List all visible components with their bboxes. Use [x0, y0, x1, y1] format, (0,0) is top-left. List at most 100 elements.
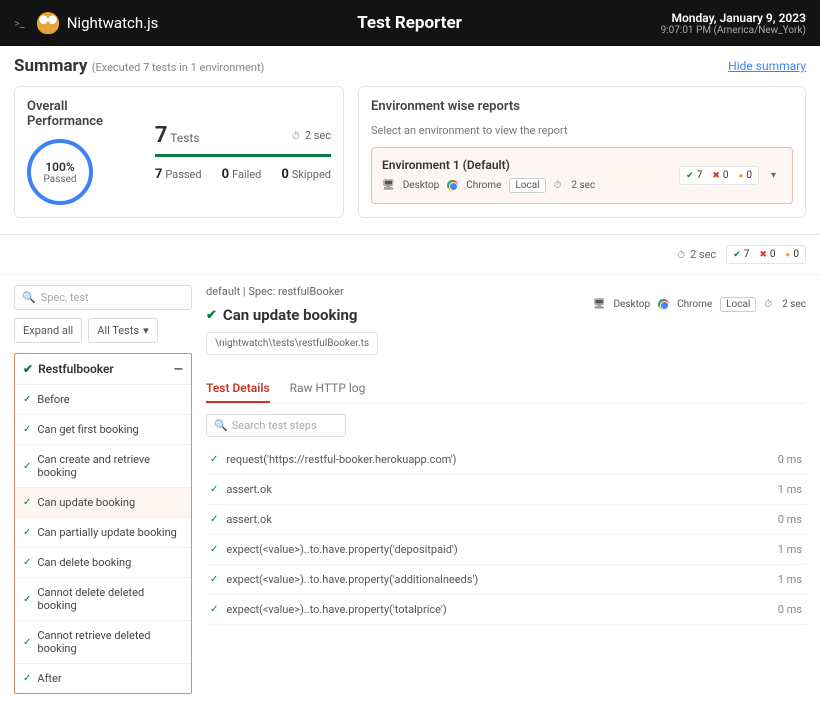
- step-text: expect(<value>)..to.have.property('depos…: [226, 543, 457, 556]
- check-icon: ✓: [23, 497, 31, 508]
- meta-failed: 0: [759, 249, 775, 260]
- brand-text: Nightwatch.js: [67, 14, 159, 32]
- step-duration: 0 ms: [778, 513, 802, 526]
- test-list-item[interactable]: ✓ Cannot retrieve deleted booking: [15, 621, 191, 664]
- owl-icon: [37, 12, 59, 34]
- meta-skipped: 0: [786, 249, 799, 260]
- env-browser: Chrome: [466, 180, 501, 191]
- test-step[interactable]: ✓expect(<value>)..to.have.property('tota…: [206, 595, 806, 625]
- perf-duration: 2 sec: [292, 129, 331, 142]
- test-step[interactable]: ✓expect(<value>)..to.have.property('depo…: [206, 535, 806, 565]
- test-item-label: Can create and retrieve booking: [37, 453, 183, 479]
- check-icon: ✓: [23, 557, 31, 568]
- top-meta-row: 2 sec 7 0 0: [0, 235, 820, 275]
- test-step[interactable]: ✓assert.ok0 ms: [206, 505, 806, 535]
- check-icon: ✓: [23, 673, 31, 684]
- test-list-item[interactable]: ✓ Can get first booking: [15, 415, 191, 445]
- test-list-item[interactable]: ✓Can update booking: [15, 488, 191, 518]
- check-icon: ✓: [23, 394, 31, 405]
- step-text: assert.ok: [226, 513, 272, 526]
- tab-raw-http[interactable]: Raw HTTP log: [290, 375, 366, 403]
- test-item-label: Cannot retrieve deleted booking: [37, 629, 183, 655]
- step-duration: 1 ms: [778, 483, 802, 496]
- check-icon: ✓: [210, 604, 218, 615]
- test-list-item[interactable]: ✓Cannot delete deleted booking: [15, 578, 191, 621]
- steps-list: ✓request('https://restful-booker.herokua…: [206, 445, 806, 625]
- env-desktop: Desktop: [403, 180, 440, 191]
- test-list-item[interactable]: ✓ Can delete booking: [15, 548, 191, 578]
- env-name: Environment 1 (Default): [382, 158, 595, 172]
- check-icon: ✓: [210, 454, 218, 465]
- check-icon: ✓: [210, 484, 218, 495]
- test-step[interactable]: ✓expect(<value>)..to.have.property('addi…: [206, 565, 806, 595]
- pass-pct: 100%: [45, 160, 74, 174]
- test-step[interactable]: ✓request('https://restful-booker.herokua…: [206, 445, 806, 475]
- date-text: Monday, January 9, 2023: [661, 11, 806, 25]
- pass-pct-label: Passed: [44, 174, 77, 185]
- total-tests-l: Tests: [170, 131, 199, 145]
- check-icon: ✓: [23, 637, 31, 648]
- stat-passed: 7Passed: [155, 167, 202, 182]
- step-duration: 1 ms: [778, 573, 802, 586]
- step-search[interactable]: 🔍 Search test steps: [206, 414, 346, 437]
- step-text: expect(<value>)..to.have.property('addit…: [226, 573, 478, 586]
- chrome-icon: [658, 299, 669, 310]
- test-item-label: Can delete booking: [37, 556, 131, 569]
- test-group-header[interactable]: ✔ Restfulbooker —: [15, 354, 191, 385]
- detail-local: Local: [720, 297, 756, 312]
- meta-passed: 7: [733, 249, 749, 260]
- overall-performance-card: Overall Performance 100% Passed 7 Tests …: [14, 86, 344, 218]
- test-list-item[interactable]: ✓ Can partially update booking: [15, 518, 191, 548]
- detail-meta: Desktop Chrome Local 2 sec: [593, 297, 806, 312]
- desktop-icon: [593, 299, 606, 310]
- date-block: Monday, January 9, 2023 9:07:01 PM (Amer…: [661, 11, 806, 36]
- spec-search[interactable]: 🔍 Spec, test: [14, 285, 192, 310]
- env-pfs: 7 0 0: [679, 166, 759, 185]
- collapse-icon[interactable]: >_: [14, 17, 25, 30]
- test-item-label: After: [37, 672, 61, 685]
- check-icon: ✓: [23, 461, 31, 472]
- page-title: Test Reporter: [357, 13, 462, 33]
- clock-icon: [292, 129, 302, 142]
- detail-tabs: Test Details Raw HTTP log: [206, 375, 806, 404]
- expand-all-button[interactable]: Expand all: [14, 318, 82, 343]
- test-list-item[interactable]: ✓ Can create and retrieve booking: [15, 445, 191, 488]
- group-name: Restfulbooker: [38, 362, 114, 376]
- clock-icon: [764, 299, 774, 310]
- chevron-down-icon[interactable]: ▾: [765, 170, 782, 181]
- pass-ring: 100% Passed: [27, 139, 93, 205]
- step-duration: 0 ms: [778, 453, 802, 466]
- perf-title: Overall Performance: [27, 99, 141, 129]
- test-item-label: Can get first booking: [37, 423, 138, 436]
- app-header: >_ Nightwatch.js Test Reporter Monday, J…: [0, 0, 820, 46]
- search-icon: 🔍: [22, 291, 36, 304]
- clock-icon: [554, 180, 564, 191]
- collapse-icon[interactable]: —: [174, 362, 183, 376]
- check-icon: ✔: [23, 362, 33, 376]
- test-title-text: Can update booking: [223, 306, 358, 324]
- test-step[interactable]: ✓assert.ok1 ms: [206, 475, 806, 505]
- env-reports-card: Environment wise reports Select an envir…: [358, 86, 806, 218]
- total-tests-n: 7: [155, 123, 168, 148]
- meta-duration: 2 sec: [677, 248, 716, 261]
- meta-pfs: 7 0 0: [726, 245, 806, 264]
- test-list-item[interactable]: ✓Before: [15, 385, 191, 415]
- check-icon: ✓: [23, 527, 31, 538]
- file-path: \nightwatch\tests\restfulBooker.ts: [206, 332, 378, 355]
- hide-summary-link[interactable]: Hide summary: [728, 59, 806, 73]
- test-list: ✔Restfulbooker — ✓Before✓Can get first b…: [14, 353, 192, 694]
- env-passed: 7: [686, 170, 702, 181]
- filter-dropdown[interactable]: All Tests▾: [88, 318, 157, 343]
- summary-note: (Executed 7 tests in 1 environment): [92, 61, 265, 74]
- check-icon: ✓: [23, 424, 31, 435]
- env-title: Environment wise reports: [371, 99, 793, 114]
- tab-test-details[interactable]: Test Details: [206, 375, 270, 403]
- env-row[interactable]: Environment 1 (Default) Desktop Chrome L…: [371, 147, 793, 204]
- test-item-label: Can partially update booking: [37, 526, 176, 539]
- check-icon: ✓: [23, 594, 31, 605]
- env-skipped: 0: [739, 170, 752, 181]
- test-list-item[interactable]: ✓ After: [15, 664, 191, 693]
- progress-bar: [155, 154, 331, 157]
- summary-bar: Summary (Executed 7 tests in 1 environme…: [0, 46, 820, 86]
- time-text: 9:07:01 PM (America/New_York): [661, 25, 806, 36]
